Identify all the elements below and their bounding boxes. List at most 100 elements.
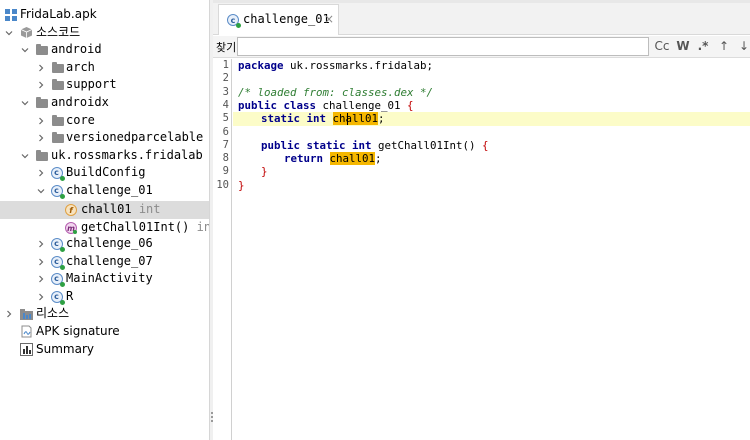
line-number: 1 — [222, 59, 229, 71]
field-type: int — [138, 202, 161, 217]
tree-node-apk[interactable]: FridaLab.apk — [0, 6, 209, 24]
tree-node-android[interactable]: android — [0, 41, 209, 59]
tree-node-versionedparcelable[interactable]: versionedparcelable — [0, 129, 209, 147]
code-line-1: package uk.rossmarks.fridalab; — [238, 59, 433, 72]
line-number: 7 — [222, 138, 229, 151]
tree-node-package[interactable]: uk.rossmarks.fridalab — [0, 147, 209, 165]
summary-chart-icon — [20, 343, 33, 357]
folder-icon — [35, 149, 48, 162]
brace: { — [482, 138, 489, 152]
folder-icon — [35, 43, 48, 56]
close-icon[interactable]: × — [324, 12, 334, 26]
signature-icon — [20, 325, 33, 338]
tree-node-challenge-06[interactable]: c challenge_06 — [0, 235, 209, 253]
line-number: 3 — [222, 85, 229, 98]
code-line-7: public static int getChall01Int() { — [261, 139, 489, 152]
search-match-highlight: chall01 — [332, 112, 379, 126]
code-line-10: } — [238, 179, 245, 192]
keyword: package — [238, 59, 284, 72]
find-next-button[interactable]: ↓ — [738, 38, 750, 55]
text-cursor — [347, 113, 348, 125]
chevron-right-icon[interactable] — [36, 116, 46, 126]
chevron-right-icon[interactable] — [4, 309, 14, 319]
chevron-right-icon[interactable] — [36, 80, 46, 90]
chevron-right-icon[interactable] — [36, 274, 46, 284]
chevron-right-icon[interactable] — [36, 292, 46, 302]
method-icon: m — [64, 221, 77, 234]
semicolon: ; — [375, 152, 382, 166]
chevron-down-icon[interactable] — [36, 186, 46, 196]
whole-word-button[interactable]: W — [675, 38, 691, 55]
tree-node-challenge-01[interactable]: c challenge_01 — [0, 182, 209, 200]
tab-label: challenge_01 — [243, 12, 330, 26]
tree-node-androidx[interactable]: androidx — [0, 94, 209, 112]
brace: } — [238, 178, 245, 192]
method-name: getChall01Int() — [81, 220, 190, 235]
tree-label-buildconfig: BuildConfig — [66, 165, 146, 180]
chevron-right-icon[interactable] — [36, 168, 46, 178]
keyword: return — [284, 152, 324, 166]
tree-label-apk: FridaLab.apk — [20, 7, 97, 22]
tree-node-core[interactable]: core — [0, 112, 209, 130]
tree-node-support[interactable]: support — [0, 76, 209, 94]
editor-tab-bar: c challenge_01 × — [213, 0, 750, 35]
line-number: 8 — [222, 152, 229, 165]
tree-node-apk-signature[interactable]: APK signature — [0, 323, 209, 341]
tree-node-resources[interactable]: 리소스 — [0, 305, 209, 323]
chevron-right-icon[interactable] — [36, 257, 46, 267]
package-icon — [20, 26, 33, 39]
chevron-down-icon[interactable] — [4, 28, 14, 38]
tree-label-core: core — [66, 113, 95, 128]
chevron-down-icon[interactable] — [20, 45, 30, 55]
line-number: 5 — [222, 112, 229, 125]
line-number-gutter: 1 2 3 4 5 6 7 8 9 10 — [213, 59, 232, 440]
tree-label-resources: 리소스 — [36, 306, 70, 321]
tree-node-mainactivity[interactable]: c MainActivity — [0, 270, 209, 288]
code-line-8: return chall01; — [284, 152, 382, 166]
tree-label-package: uk.rossmarks.fridalab — [51, 148, 203, 163]
regex-button[interactable]: .* — [696, 38, 710, 55]
project-tree: FridaLab.apk 소스코드 android arch support a… — [0, 0, 209, 440]
chevron-down-icon[interactable] — [20, 151, 30, 161]
tree-node-field-chall01[interactable]: f chall01 int — [0, 201, 209, 219]
code-line-9: } — [261, 165, 268, 178]
tree-label-arch: arch — [66, 60, 95, 75]
line-number: 2 — [222, 72, 229, 85]
chevron-down-icon[interactable] — [20, 98, 30, 108]
tree-node-source-code[interactable]: 소스코드 — [0, 24, 209, 42]
code-line-5: static int chall01; — [261, 112, 385, 126]
tree-node-summary[interactable]: Summary — [0, 341, 209, 359]
class-icon: c — [50, 237, 65, 252]
find-input[interactable] — [237, 37, 649, 56]
method-signature: getChall01Int() — [371, 138, 483, 152]
tree-label-method: getChall01Int() int — [81, 219, 209, 236]
tree-node-buildconfig[interactable]: c BuildConfig — [0, 164, 209, 182]
class-name: challenge_01 — [316, 98, 408, 112]
tab-challenge-01[interactable]: c challenge_01 × — [218, 4, 339, 35]
search-match-highlight: chall01 — [329, 152, 376, 166]
field-name: chall01 — [81, 202, 132, 217]
folder-icon — [35, 96, 48, 109]
code-area[interactable]: 1 2 3 4 5 6 7 8 9 10 package uk.rossmark… — [213, 59, 750, 440]
chevron-right-icon[interactable] — [36, 63, 46, 73]
tree-label-challenge-01: challenge_01 — [66, 183, 153, 198]
match-case-button[interactable]: Cc — [653, 38, 671, 55]
chevron-right-icon[interactable] — [36, 239, 46, 249]
tree-node-arch[interactable]: arch — [0, 59, 209, 77]
chevron-right-icon[interactable] — [36, 133, 46, 143]
tree-label-android: android — [51, 42, 102, 57]
tree-node-r[interactable]: c R — [0, 288, 209, 306]
code-editor-panel: c challenge_01 × 찾기: Cc W .* ↑ ↓ 1 2 3 4… — [213, 0, 750, 440]
tree-label-challenge-06: challenge_06 — [66, 236, 153, 251]
comment: /* loaded from: classes.dex */ — [238, 85, 434, 99]
line-number: 4 — [222, 98, 229, 111]
tree-label-source-code: 소스코드 — [36, 25, 81, 40]
semicolon: ; — [378, 112, 385, 126]
keyword: static int — [261, 112, 327, 126]
tree-node-method-getchall01int[interactable]: m getChall01Int() int — [0, 219, 209, 237]
find-previous-button[interactable]: ↑ — [718, 38, 730, 55]
tree-node-challenge-07[interactable]: c challenge_07 — [0, 253, 209, 271]
keyword: public class — [238, 98, 317, 112]
class-icon: c — [50, 290, 65, 305]
class-icon: c — [50, 166, 65, 181]
